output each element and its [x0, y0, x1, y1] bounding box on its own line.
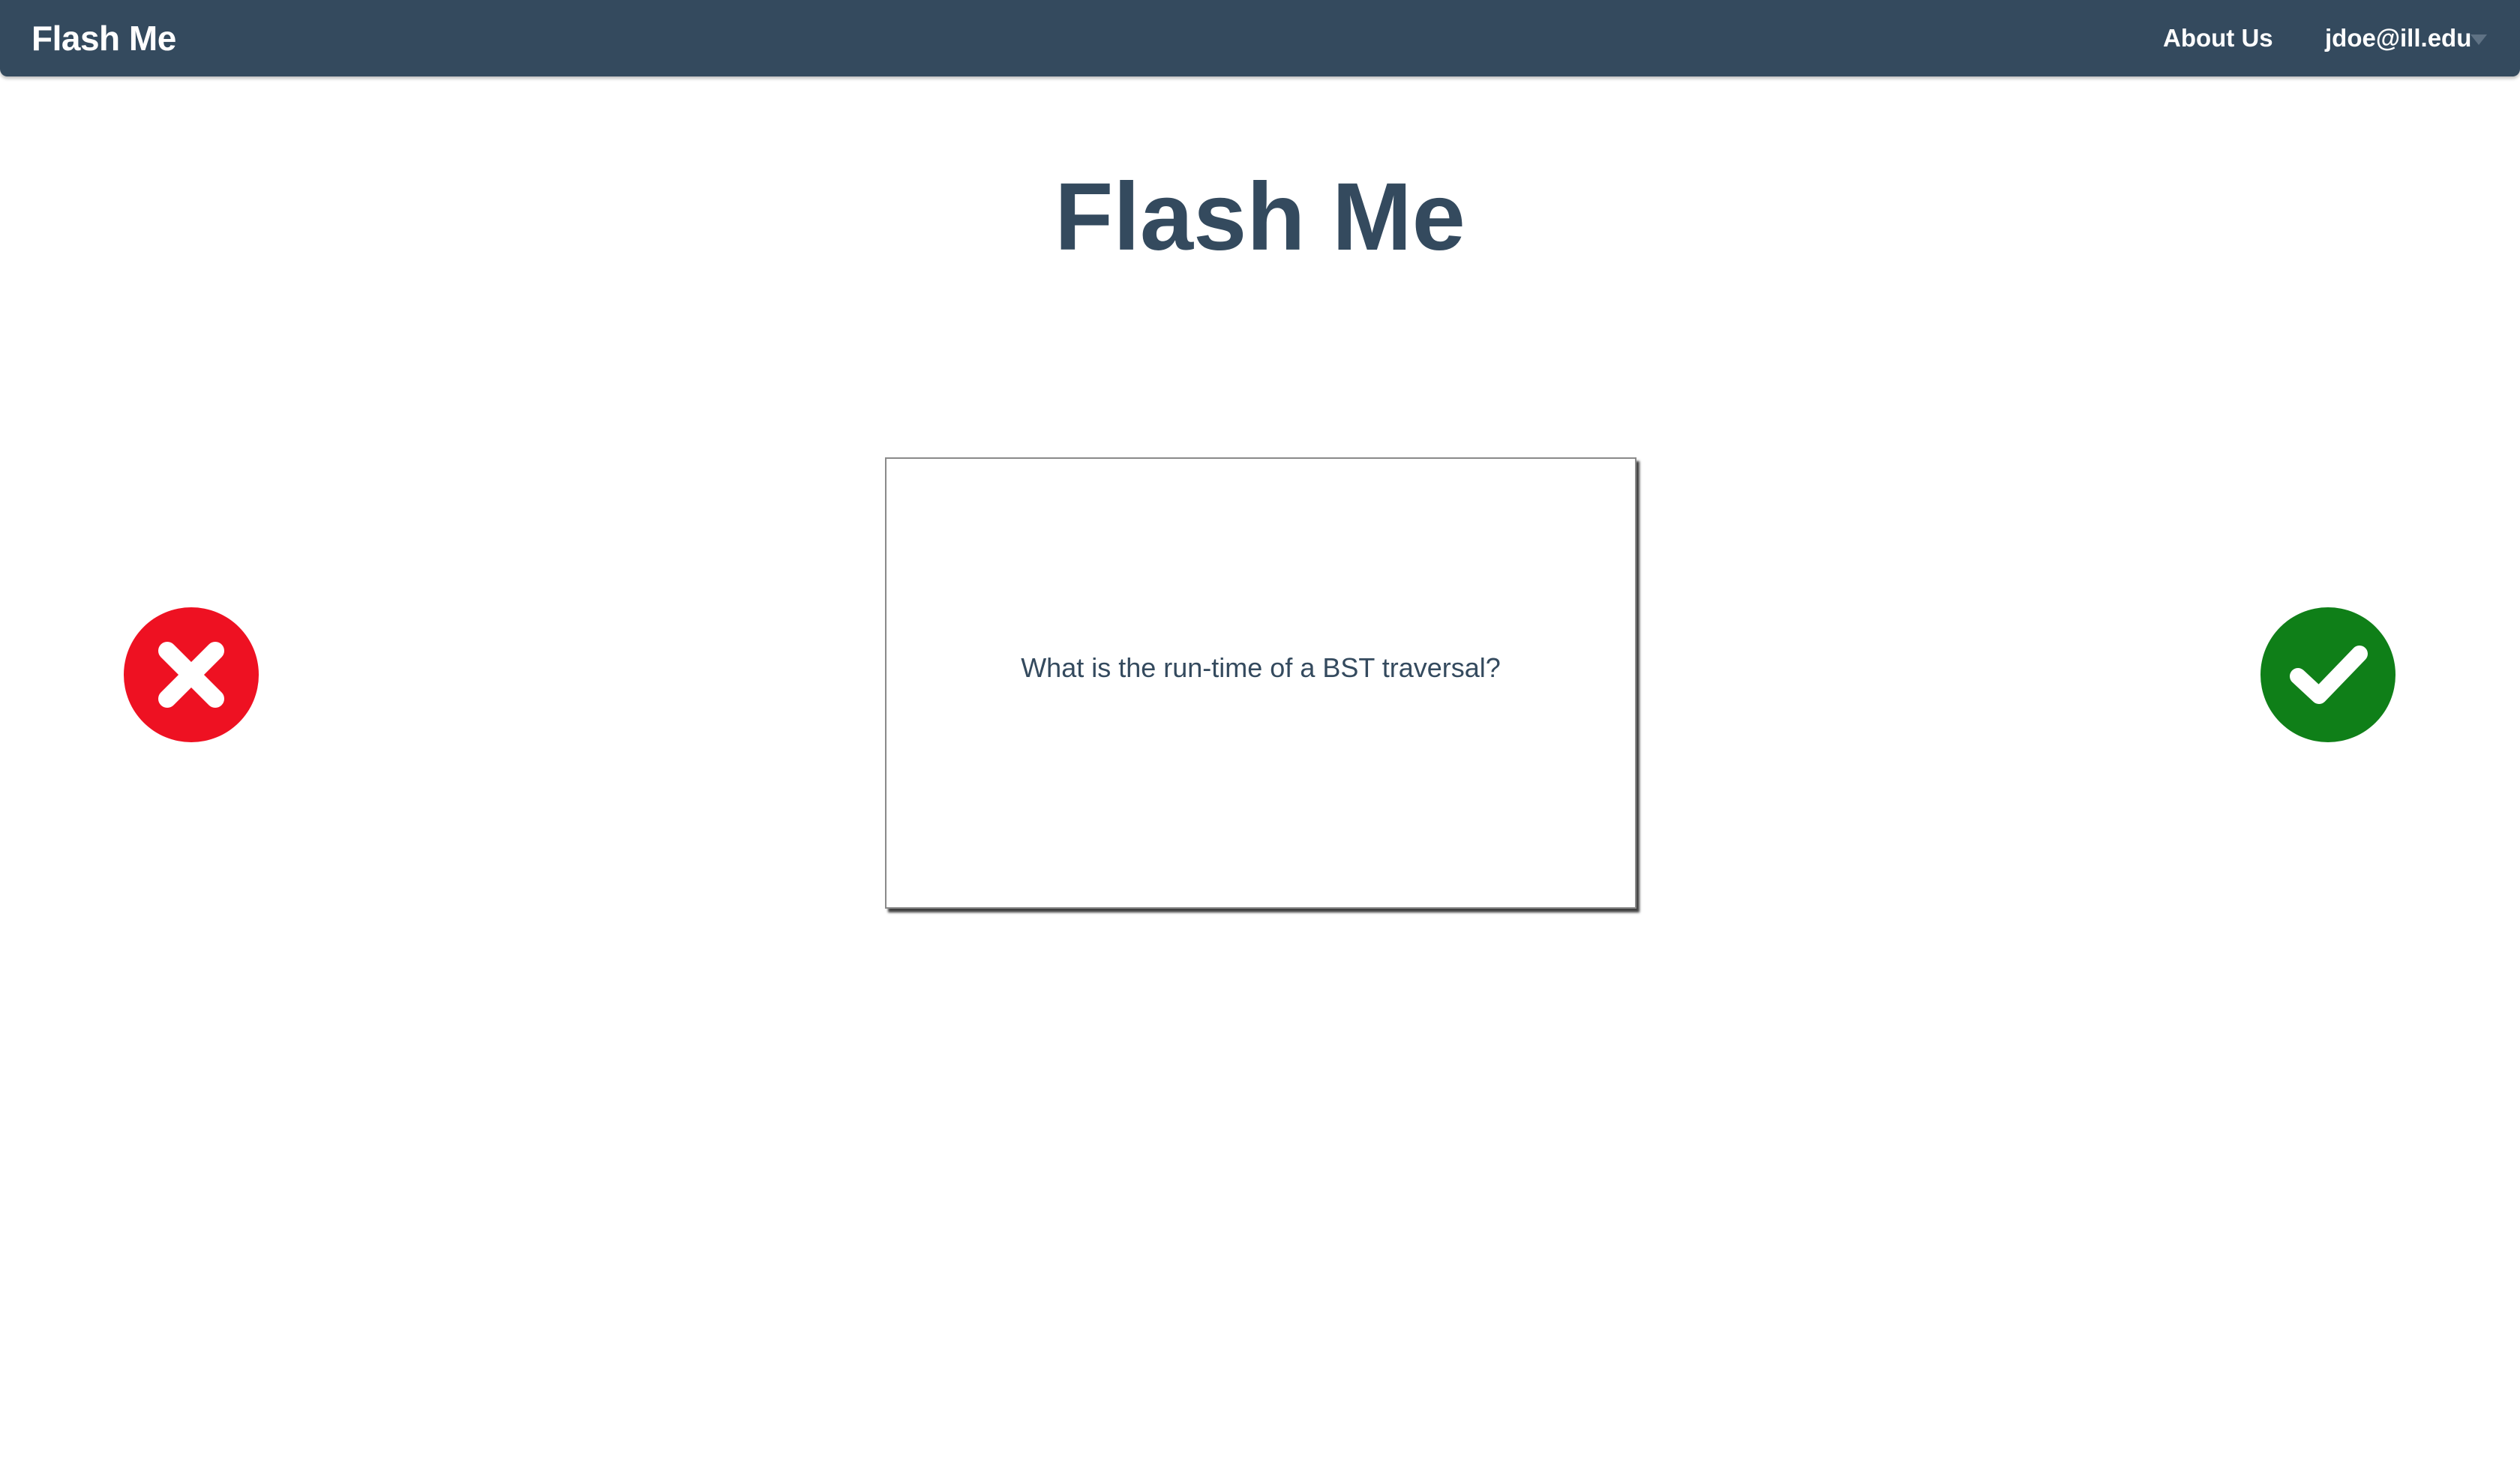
navbar: Flash Me About Us jdoe@ill.edu [0, 0, 2520, 76]
page: Flash Me About Us jdoe@ill.edu Flash Me … [0, 0, 2520, 1480]
check-mark-icon [2290, 646, 2368, 704]
about-us-link[interactable]: About Us [2163, 19, 2273, 57]
card-question: What is the run-time of a BST traversal? [1021, 652, 1501, 683]
user-menu-dropdown[interactable]: jdoe@ill.edu [2325, 19, 2498, 57]
page-title: Flash Me [1054, 163, 1466, 271]
wrong-answer-button[interactable] [124, 607, 259, 742]
x-mark-icon [158, 642, 224, 708]
user-email: jdoe@ill.edu [2325, 24, 2472, 52]
flash-card[interactable]: What is the run-time of a BST traversal? [885, 457, 1636, 909]
right-answer-button[interactable] [2260, 607, 2396, 742]
caret-down-icon [2470, 34, 2487, 45]
brand-link[interactable]: Flash Me [32, 13, 176, 63]
